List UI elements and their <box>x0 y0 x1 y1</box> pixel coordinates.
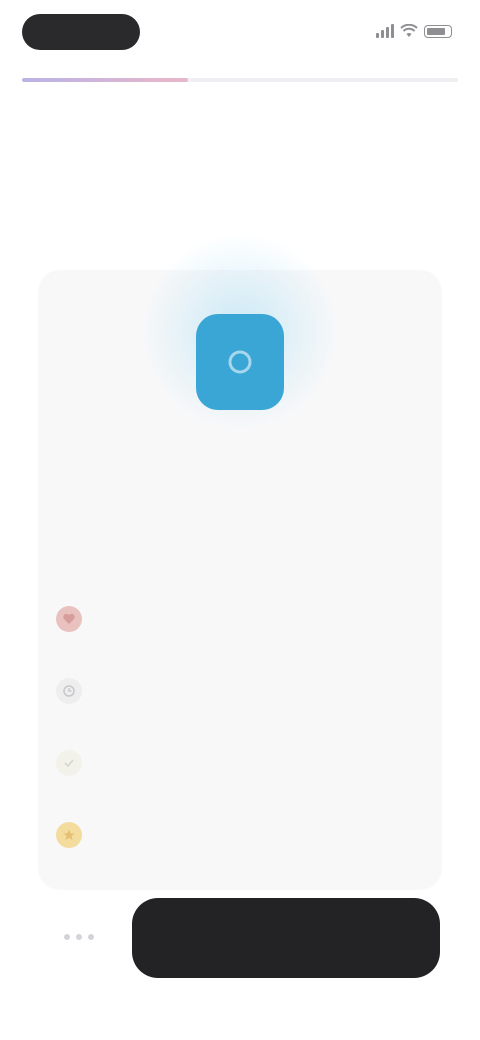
status-icons <box>376 22 452 40</box>
feature-item <box>56 662 426 734</box>
clock-icon <box>56 678 82 704</box>
feature-list <box>56 590 426 878</box>
bottom-bar <box>0 898 480 978</box>
page-dots <box>64 934 94 940</box>
star-icon <box>56 822 82 848</box>
feature-item <box>56 806 426 878</box>
app-glyph-icon <box>228 350 252 374</box>
app-icon <box>196 314 284 410</box>
continue-button[interactable] <box>132 898 440 978</box>
feature-item <box>56 734 426 806</box>
signal-icon <box>376 24 394 38</box>
status-bar <box>0 0 480 64</box>
progress-fill <box>22 78 188 82</box>
feature-item <box>56 590 426 662</box>
wifi-icon <box>400 24 418 37</box>
heart-icon <box>56 606 82 632</box>
check-icon <box>56 750 82 776</box>
battery-icon <box>424 24 452 38</box>
progress-bar <box>22 78 458 82</box>
status-time <box>22 14 140 50</box>
